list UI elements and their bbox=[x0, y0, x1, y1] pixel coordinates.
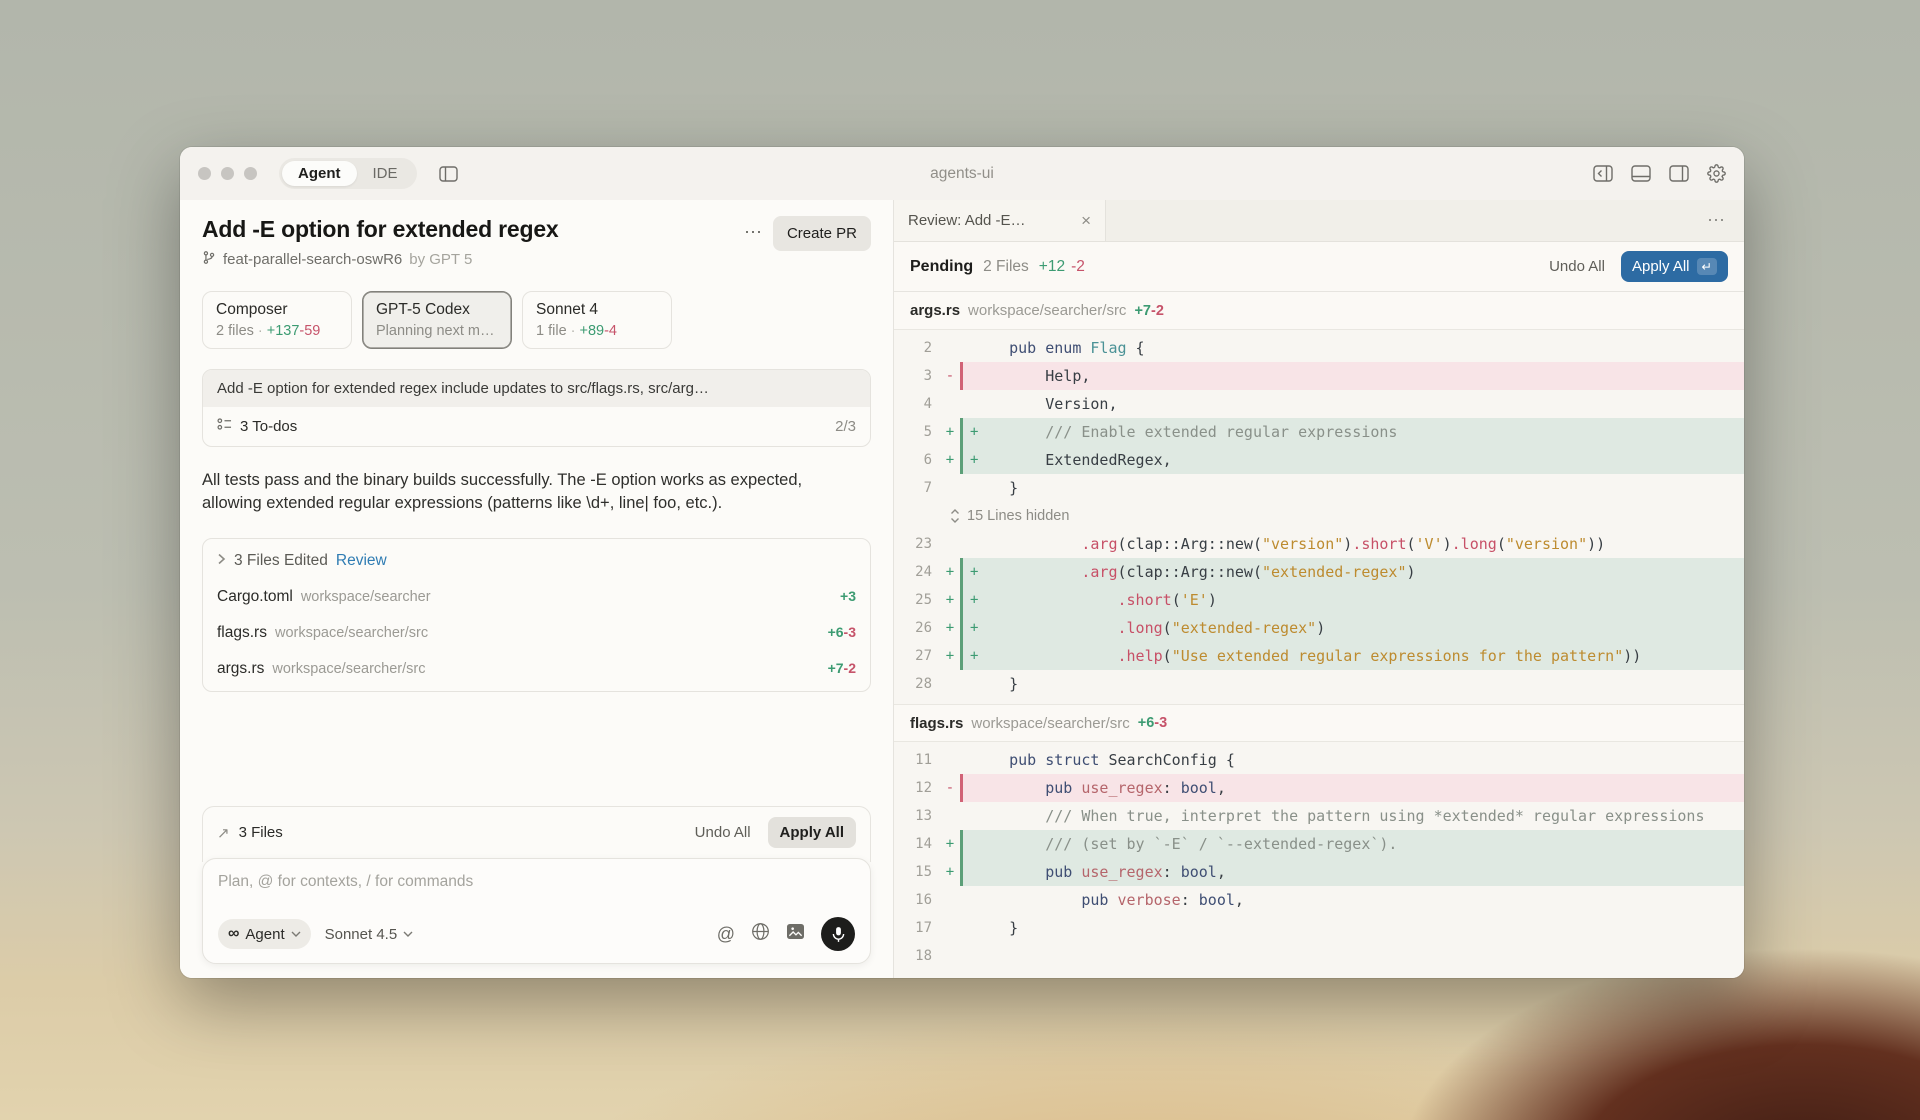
more-menu-icon[interactable]: ⋯ bbox=[734, 216, 773, 249]
task-description: Add -E option for extended regex include… bbox=[203, 370, 870, 407]
tab-ide[interactable]: IDE bbox=[357, 161, 414, 186]
panel-bottom-icon[interactable] bbox=[1631, 165, 1651, 182]
settings-gear-icon[interactable] bbox=[1707, 164, 1726, 183]
prompt-input[interactable] bbox=[218, 873, 855, 891]
todos-progress: 2/3 bbox=[835, 418, 856, 435]
pending-files-count: 2 Files bbox=[983, 258, 1029, 276]
titlebar: Agent IDE agents-ui bbox=[180, 147, 1744, 200]
infinity-icon: ∞ bbox=[228, 925, 239, 943]
globe-icon[interactable] bbox=[751, 922, 770, 946]
sidebar-toggle-icon[interactable] bbox=[439, 166, 458, 182]
pending-additions: +12 bbox=[1039, 258, 1065, 276]
file-row[interactable]: args.rsworkspace/searcher/src+7-2 bbox=[203, 651, 870, 687]
review-link[interactable]: Review bbox=[336, 552, 387, 570]
zoom-window-button[interactable] bbox=[244, 167, 257, 180]
pending-bar: Pending 2 Files +12 -2 Undo All Apply Al… bbox=[894, 242, 1744, 292]
tab-agent[interactable]: Agent bbox=[282, 161, 357, 186]
model-dropdown[interactable]: Sonnet 4.5 bbox=[325, 926, 414, 943]
traffic-lights bbox=[198, 167, 257, 180]
apply-bar: ↗ 3 Files Undo All Apply All bbox=[202, 806, 871, 862]
diff-line: 3- Help, bbox=[894, 362, 1744, 390]
diff-line: 7 } bbox=[894, 474, 1744, 502]
diff-line: 17 } bbox=[894, 914, 1744, 942]
diff-view[interactable]: args.rsworkspace/searcher/src+7-2 2 pub e… bbox=[894, 292, 1744, 978]
agent-card[interactable]: Sonnet 41 file·+89-4 bbox=[522, 291, 672, 349]
diff-line: 26+ .long("extended-regex")+ bbox=[894, 614, 1744, 642]
diff-file-header[interactable]: args.rsworkspace/searcher/src+7-2 bbox=[894, 292, 1744, 330]
undo-all-button[interactable]: Undo All bbox=[687, 818, 759, 847]
mention-at-icon[interactable]: @ bbox=[717, 924, 735, 945]
review-pane: Review: Add -E… × ⋯ Pending 2 Files +12 … bbox=[894, 200, 1744, 978]
diff-line: 18 bbox=[894, 942, 1744, 970]
panel-left-collapse-icon[interactable] bbox=[1593, 165, 1613, 182]
files-edited-box: 3 Files Edited Review Cargo.tomlworkspac… bbox=[202, 538, 871, 692]
agent-card[interactable]: GPT-5 CodexPlanning next m… bbox=[362, 291, 512, 349]
microphone-icon bbox=[832, 926, 845, 943]
agent-cards: Composer2 files·+137-59GPT-5 CodexPlanni… bbox=[202, 291, 871, 349]
chevron-down-icon bbox=[291, 931, 301, 937]
app-window: Agent IDE agents-ui Add bbox=[180, 147, 1744, 978]
diff-line: 14+ /// (set by `-E` / `--extended-regex… bbox=[894, 830, 1744, 858]
diff-line: 25+ .short('E')+ bbox=[894, 586, 1744, 614]
chevron-down-icon bbox=[403, 931, 413, 937]
diff-line: 2 pub enum Flag { bbox=[894, 334, 1744, 362]
diff-line: 24+ .arg(clap::Arg::new("extended-regex"… bbox=[894, 558, 1744, 586]
diff-line: 15+ pub use_regex: bool, bbox=[894, 858, 1744, 886]
create-pr-button[interactable]: Create PR bbox=[773, 216, 871, 251]
mode-switcher: Agent IDE bbox=[279, 158, 417, 189]
close-window-button[interactable] bbox=[198, 167, 211, 180]
branch-author: by GPT 5 bbox=[409, 251, 472, 268]
arrow-up-right-icon: ↗ bbox=[217, 824, 230, 842]
image-icon[interactable] bbox=[786, 923, 805, 945]
return-key-hint: ↵ bbox=[1697, 258, 1717, 275]
diff-line: 16 pub verbose: bool, bbox=[894, 886, 1744, 914]
tabbar-more-icon[interactable]: ⋯ bbox=[1689, 210, 1744, 231]
minimize-window-button[interactable] bbox=[221, 167, 234, 180]
diff-line: 27+ .help("Use extended regular expressi… bbox=[894, 642, 1744, 670]
branch-name: feat-parallel-search-oswR6 bbox=[223, 251, 402, 268]
diff-line: 28 } bbox=[894, 670, 1744, 698]
file-row[interactable]: Cargo.tomlworkspace/searcher+3 bbox=[203, 579, 870, 615]
diff-file-header[interactable]: flags.rsworkspace/searcher/src+6-3 bbox=[894, 704, 1744, 742]
diff-line: 23 .arg(clap::Arg::new("version").short(… bbox=[894, 530, 1744, 558]
tab-review[interactable]: Review: Add -E… × bbox=[894, 200, 1106, 241]
pending-label: Pending bbox=[910, 258, 973, 276]
hidden-lines-expander[interactable]: 15 Lines hidden bbox=[894, 502, 1744, 530]
agent-card[interactable]: Composer2 files·+137-59 bbox=[202, 291, 352, 349]
task-box[interactable]: Add -E option for extended regex include… bbox=[202, 369, 871, 447]
todos-label: 3 To-dos bbox=[240, 418, 297, 435]
microphone-button[interactable] bbox=[821, 917, 855, 951]
diff-line: 6+ ExtendedRegex,+ bbox=[894, 446, 1744, 474]
apply-all-button[interactable]: Apply All bbox=[768, 817, 856, 848]
file-row[interactable]: flags.rsworkspace/searcher/src+6-3 bbox=[203, 615, 870, 651]
todo-list-icon bbox=[217, 417, 232, 436]
apply-all-button[interactable]: Apply All ↵ bbox=[1621, 251, 1728, 282]
pending-deletions: -2 bbox=[1071, 258, 1085, 276]
tab-close-icon[interactable]: × bbox=[1081, 211, 1091, 231]
undo-all-button[interactable]: Undo All bbox=[1549, 258, 1605, 275]
files-edited-label: 3 Files Edited bbox=[234, 552, 328, 570]
agent-summary: All tests pass and the binary builds suc… bbox=[202, 469, 862, 516]
diff-line: 4 Version, bbox=[894, 390, 1744, 418]
task-title: Add -E option for extended regex bbox=[202, 216, 734, 243]
editor-tabbar: Review: Add -E… × ⋯ bbox=[894, 200, 1744, 242]
agent-mode-dropdown[interactable]: ∞ Agent bbox=[218, 919, 311, 949]
diff-line: 13 /// When true, interpret the pattern … bbox=[894, 802, 1744, 830]
diff-line: 12- pub use_regex: bool, bbox=[894, 774, 1744, 802]
diff-line: 5+ /// Enable extended regular expressio… bbox=[894, 418, 1744, 446]
composer: ∞ Agent Sonnet 4.5 @ bbox=[202, 858, 871, 964]
files-edited-header[interactable]: 3 Files Edited Review bbox=[203, 543, 870, 579]
chevron-right-icon bbox=[217, 552, 226, 570]
panel-right-icon[interactable] bbox=[1669, 165, 1689, 182]
agent-pane: Add -E option for extended regex feat-pa… bbox=[180, 200, 894, 978]
git-branch-icon bbox=[202, 250, 216, 269]
files-count-label[interactable]: 3 Files bbox=[239, 824, 283, 841]
diff-line: 11 pub struct SearchConfig { bbox=[894, 746, 1744, 774]
